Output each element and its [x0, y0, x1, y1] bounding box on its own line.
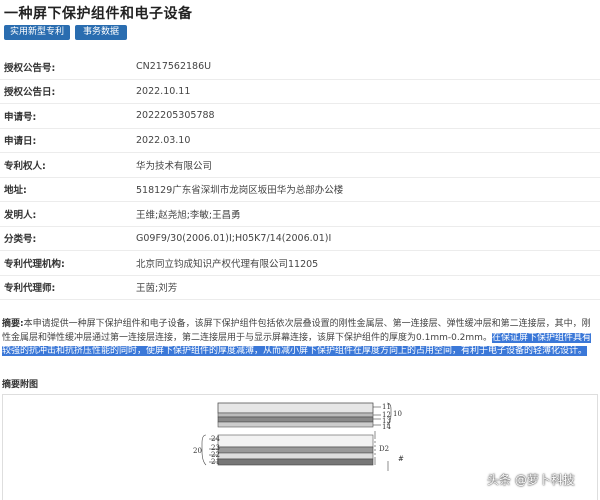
layer-14 — [217, 421, 374, 428]
field-label: 专利代理师: — [4, 283, 56, 295]
field-label: 授权公告号: — [4, 62, 56, 74]
callout-d2: D2 — [379, 445, 389, 453]
field-value: 2022.10.11 — [136, 85, 191, 97]
affairs-data-button[interactable]: 事务数据 — [75, 25, 127, 40]
field-label: 地址: — [4, 185, 27, 197]
field-value: 2022205305788 — [136, 110, 215, 122]
field-value: CN217562186U — [136, 61, 212, 73]
page-title: 一种屏下保护组件和电子设备 — [4, 6, 193, 22]
field-row-patentee: 专利权人: 华为技术有限公司 — [0, 153, 600, 178]
field-value: G09F9/30(2006.01)I;H05K7/14(2006.01)I — [136, 232, 332, 244]
patent-type-button[interactable]: 实用新型专利 — [4, 25, 70, 40]
field-row-publication-date: 授权公告日: 2022.10.11 — [0, 80, 600, 104]
figure-label: 摘要附图 — [2, 380, 39, 390]
field-row-classification: 分类号: G09F9/30(2006.01)I;H05K7/14(2006.01… — [0, 227, 600, 251]
field-row-agent: 专利代理师: 王茵;刘芳 — [0, 276, 600, 300]
abstract-label: 摘要: — [2, 319, 24, 329]
field-row-agency: 专利代理机构: 北京同立钧成知识产权代理有限公司11205 — [0, 251, 600, 276]
callout-24: 24 — [211, 435, 220, 443]
field-value: 北京同立钧成知识产权代理有限公司11205 — [136, 258, 319, 270]
layer-24 — [217, 434, 374, 448]
field-value: 518129广东省深圳市龙岗区坂田华为总部办公楼 — [136, 185, 344, 197]
field-value: 2022.03.10 — [136, 134, 191, 146]
layer-21 — [217, 458, 374, 466]
field-label: 专利代理机构: — [4, 258, 65, 270]
field-label: 发明人: — [4, 209, 37, 221]
watermark: 头条 @萝卜科技 — [487, 473, 575, 487]
field-value: 华为技术有限公司 — [136, 160, 213, 172]
callout-14: 14 — [382, 423, 391, 431]
callout-10: 10 — [393, 410, 402, 418]
field-label: 申请日: — [4, 136, 37, 148]
layer-22 — [217, 452, 374, 460]
field-row-inventors: 发明人: 王维;赵尧旭;李敏;王昌勇 — [0, 202, 600, 227]
abstract-text: 摘要:本申请提供一种屏下保护组件和电子设备，该屏下保护组件包括依次层叠设置的刚性… — [2, 318, 598, 359]
field-row-application-date: 申请日: 2022.03.10 — [0, 129, 600, 153]
patent-info-table: 授权公告号: CN217562186U 授权公告日: 2022.10.11 申请… — [0, 55, 600, 300]
field-row-application-no: 申请号: 2022205305788 — [0, 104, 600, 129]
layer-23 — [217, 446, 374, 454]
field-row-publication-no: 授权公告号: CN217562186U — [0, 55, 600, 80]
callout-20: 20 — [193, 447, 202, 455]
callout-21: 21 — [211, 458, 220, 466]
field-row-address: 地址: 518129广东省深圳市龙岗区坂田华为总部办公楼 — [0, 178, 600, 202]
callout-11: 11 — [382, 403, 391, 411]
layer-11 — [217, 402, 374, 414]
field-label: 分类号: — [4, 234, 37, 246]
callout-hash: # — [398, 455, 404, 463]
layer-13 — [217, 416, 374, 423]
field-label: 专利权人: — [4, 160, 46, 172]
field-label: 授权公告日: — [4, 87, 56, 99]
field-value: 王维;赵尧旭;李敏;王昌勇 — [136, 209, 241, 221]
field-value: 王茵;刘芳 — [136, 283, 178, 295]
layer-12 — [217, 412, 374, 418]
field-label: 申请号: — [4, 111, 37, 123]
